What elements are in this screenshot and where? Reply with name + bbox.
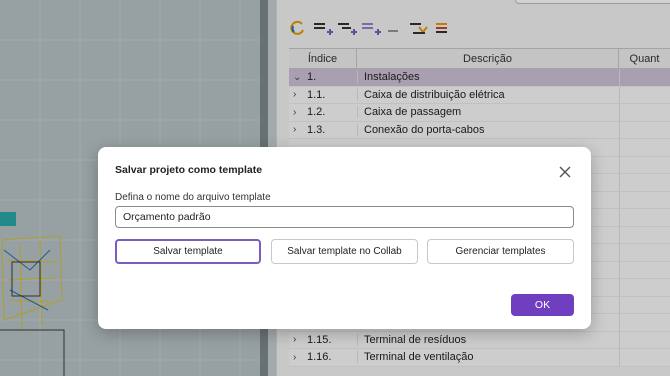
save-template-button[interactable]: Salvar template [115,239,261,264]
template-name-label: Defina o nome do arquivo template [115,192,271,203]
save-template-collab-button[interactable]: Salvar template no Collab [271,239,418,264]
dialog-title: Salvar projeto como template [115,164,263,176]
template-name-input[interactable] [115,206,574,228]
close-icon[interactable] [558,165,572,179]
ok-button[interactable]: OK [511,294,574,316]
save-template-dialog: Salvar projeto como template Defina o no… [98,147,591,329]
manage-templates-button[interactable]: Gerenciar templates [427,239,574,264]
